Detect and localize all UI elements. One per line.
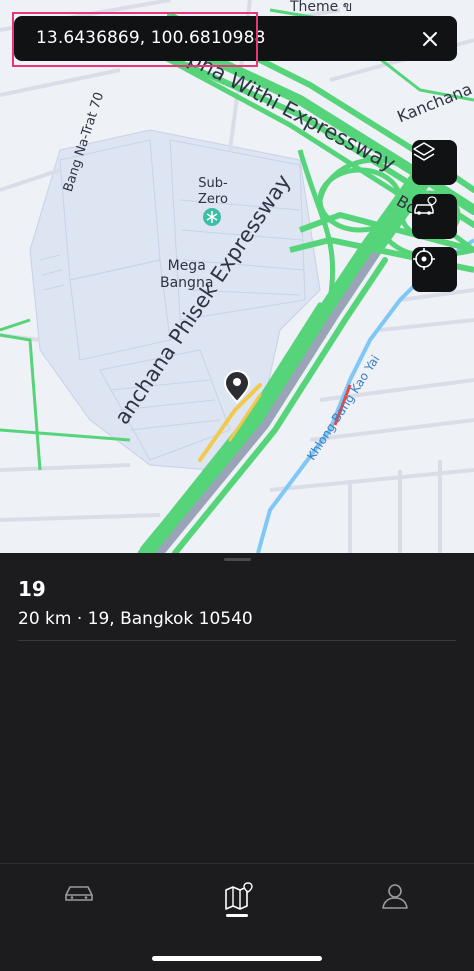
active-tab-indicator [226,914,248,917]
car-location-icon [414,196,437,215]
map-view[interactable]: Theme ข pha Withi Expressway Kanchana P … [0,0,474,553]
tab-profile[interactable] [373,882,417,926]
bottom-tab-bar [0,863,474,971]
divider [18,640,456,641]
sub-zero-poi-icon [203,208,221,226]
place-title: 19 [18,577,46,601]
home-indicator [152,956,322,961]
map-pin-icon [225,882,253,910]
layers-button[interactable] [412,140,457,185]
person-icon [382,884,408,909]
vehicle-location-button[interactable] [412,194,457,239]
car-icon [65,886,93,901]
poi-label-sub-zero: Sub- Zero [198,176,228,207]
place-subtitle: 20 km · 19, Bangkok 10540 [18,609,253,629]
close-icon[interactable] [417,26,443,52]
place-detail-sheet[interactable]: 19 20 km · 19, Bangkok 10540 [0,553,474,863]
tab-map[interactable] [215,882,259,926]
tab-vehicle[interactable] [57,882,101,926]
locate-me-button[interactable] [412,247,457,292]
crosshair-icon [413,248,435,270]
layers-icon [413,142,435,161]
coordinate-highlight-box [12,12,258,67]
sheet-drag-handle[interactable] [224,558,251,561]
